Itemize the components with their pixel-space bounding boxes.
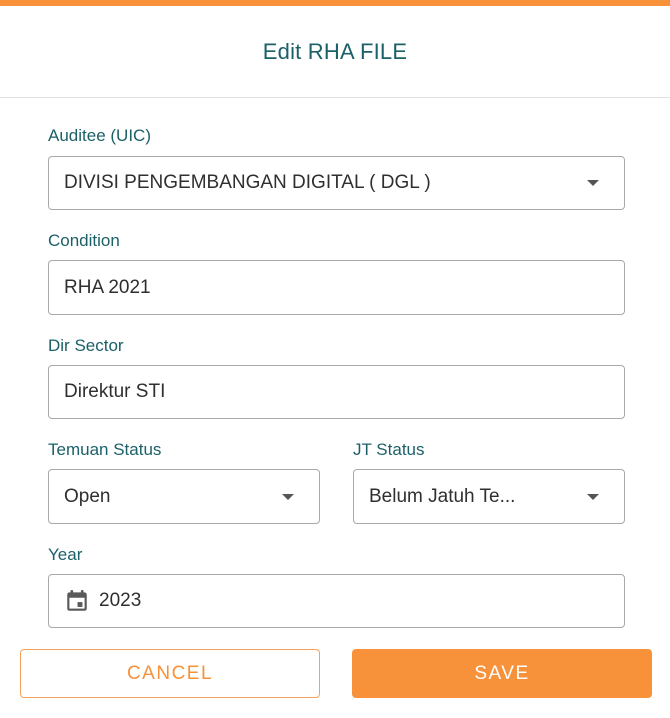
dir-sector-label: Dir Sector bbox=[48, 336, 124, 355]
year-value: 2023 bbox=[99, 590, 142, 611]
auditee-value: DIVISI PENGEMBANGAN DIGITAL ( DGL ) bbox=[64, 172, 431, 193]
save-button[interactable]: SAVE bbox=[352, 649, 652, 698]
condition-label: Condition bbox=[48, 231, 120, 250]
year-label: Year bbox=[48, 545, 83, 564]
condition-value: RHA 2021 bbox=[64, 276, 151, 298]
jt-status-select[interactable]: Belum Jatuh Te... bbox=[353, 469, 625, 524]
condition-input[interactable]: RHA 2021 bbox=[48, 260, 625, 315]
dir-sector-input[interactable]: Direktur STI bbox=[48, 365, 625, 419]
temuan-status-label: Temuan Status bbox=[48, 440, 162, 459]
dialog-header: Edit RHA FILE bbox=[0, 6, 670, 98]
dropdown-arrow-icon bbox=[282, 493, 294, 500]
auditee-label: Auditee (UIC) bbox=[48, 126, 151, 145]
dropdown-arrow-icon bbox=[587, 180, 599, 186]
jt-status-label: JT Status bbox=[353, 440, 425, 459]
dir-sector-value: Direktur STI bbox=[64, 381, 166, 402]
jt-status-value: Belum Jatuh Te... bbox=[369, 485, 516, 507]
temuan-status-select[interactable]: Open bbox=[48, 469, 320, 524]
calendar-icon[interactable] bbox=[64, 588, 90, 614]
year-input[interactable]: 2023 bbox=[48, 574, 625, 628]
auditee-select[interactable]: DIVISI PENGEMBANGAN DIGITAL ( DGL ) bbox=[48, 156, 625, 210]
cancel-button[interactable]: CANCEL bbox=[20, 649, 320, 698]
dialog-title: Edit RHA FILE bbox=[262, 38, 408, 64]
dropdown-arrow-icon bbox=[587, 493, 599, 500]
temuan-status-value: Open bbox=[64, 485, 111, 507]
